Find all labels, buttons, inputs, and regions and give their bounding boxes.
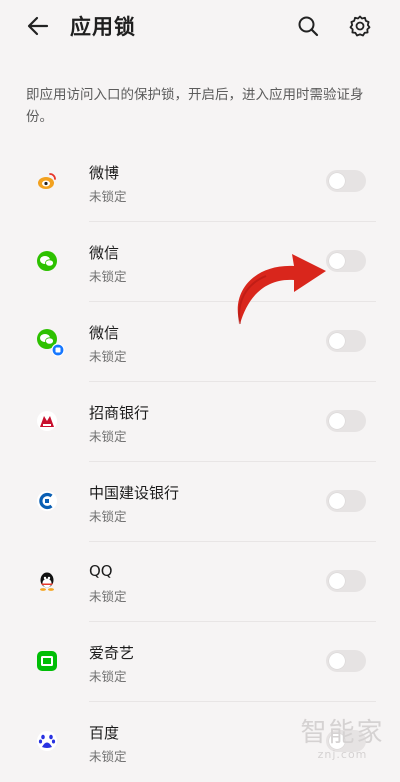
iqiyi-icon — [36, 650, 58, 672]
toggle-knob — [329, 493, 345, 509]
lock-status: 未锁定 — [89, 749, 127, 764]
lock-toggle[interactable] — [326, 650, 366, 672]
search-button[interactable] — [292, 10, 324, 42]
baidu-icon — [36, 730, 58, 752]
list-item[interactable]: 招商银行 未锁定 — [0, 382, 400, 462]
lock-status: 未锁定 — [89, 269, 127, 284]
lock-status: 未锁定 — [89, 589, 127, 604]
toggle-knob — [329, 413, 345, 429]
app-list: 微博 未锁定 微信 未锁定 微信 未锁定 招商银行 未锁定 中国建设银行 未锁定… — [0, 142, 400, 782]
lock-toggle[interactable] — [326, 570, 366, 592]
back-button[interactable] — [22, 10, 54, 42]
app-name: 招商银行 — [89, 404, 150, 422]
app-name: 百度 — [89, 724, 120, 742]
lock-toggle[interactable] — [326, 170, 366, 192]
cmb-bank-icon — [36, 410, 58, 432]
app-name: QQ — [89, 562, 113, 580]
toggle-knob — [329, 333, 345, 349]
wechat-icon — [36, 250, 58, 272]
qq-icon — [36, 570, 58, 592]
lock-toggle[interactable] — [326, 490, 366, 512]
list-item[interactable]: 微博 未锁定 — [0, 142, 400, 222]
app-bar: 应用锁 — [0, 0, 400, 52]
app-name: 微信 — [89, 324, 120, 342]
list-item[interactable]: 爱奇艺 未锁定 — [0, 622, 400, 702]
list-item[interactable]: 中国建设银行 未锁定 — [0, 462, 400, 542]
lock-toggle[interactable] — [326, 330, 366, 352]
toggle-knob — [329, 573, 345, 589]
back-arrow-icon — [27, 16, 49, 36]
lock-status: 未锁定 — [89, 509, 127, 524]
lock-status: 未锁定 — [89, 349, 127, 364]
search-icon — [298, 16, 319, 37]
watermark-url: znj.com — [317, 748, 368, 761]
toggle-knob — [329, 653, 345, 669]
app-name: 微信 — [89, 244, 120, 262]
lock-status: 未锁定 — [89, 429, 127, 444]
gear-icon — [349, 15, 371, 37]
toggle-knob — [329, 173, 345, 189]
lock-toggle[interactable] — [326, 410, 366, 432]
app-name: 爱奇艺 — [89, 644, 135, 662]
app-name: 中国建设银行 — [89, 484, 180, 502]
lock-status: 未锁定 — [89, 669, 127, 684]
watermark: 智能家 znj.com — [290, 718, 395, 770]
red-curved-arrow-icon — [237, 254, 326, 325]
watermark-text: 智能家 — [300, 718, 385, 748]
ccb-bank-icon — [36, 490, 58, 512]
description-text: 即应用访问入口的保护锁，开启后，进入应用时需验证身份。 — [26, 87, 364, 125]
settings-button[interactable] — [344, 10, 376, 42]
wechat-clone-icon — [36, 329, 65, 357]
list-item[interactable]: QQ 未锁定 — [0, 542, 400, 622]
app-name: 微博 — [89, 164, 120, 182]
lock-status: 未锁定 — [89, 189, 127, 204]
page-title: 应用锁 — [70, 15, 136, 39]
weibo-icon — [36, 170, 58, 192]
